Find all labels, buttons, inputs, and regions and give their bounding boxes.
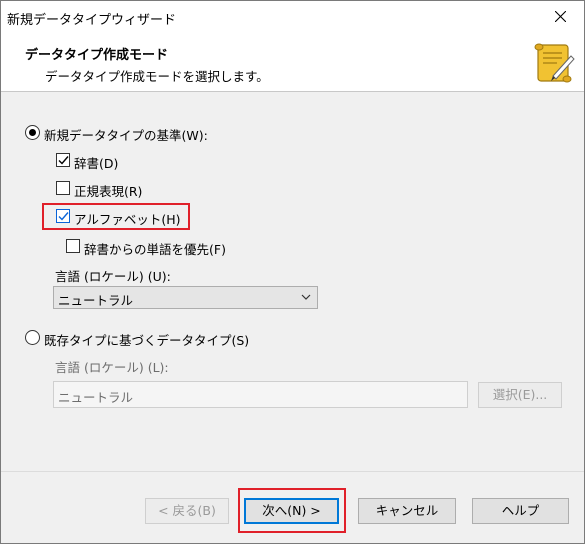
close-button[interactable] [538, 1, 584, 32]
existing-locale-label: 言語 (ロケール) (L): [55, 360, 169, 375]
new-type-radio[interactable] [25, 125, 40, 140]
close-icon [555, 11, 566, 22]
new-type-label[interactable]: 新規データタイプの基準(W): [44, 125, 208, 144]
footer-separator [1, 471, 584, 472]
wizard-dialog: 新規データタイプウィザード データタイプ作成モード データタイプ作成モードを選択… [0, 0, 585, 544]
title-bar: 新規データタイプウィザード [1, 1, 584, 32]
existing-locale-value: ニュートラル [58, 390, 134, 405]
header-subtitle: データタイプ作成モードを選択します。 [45, 69, 269, 84]
existing-locale-field[interactable]: ニュートラル [53, 381, 468, 408]
existing-type-radio[interactable] [25, 330, 40, 345]
prefer-dictionary-checkbox[interactable] [66, 239, 80, 253]
dictionary-label[interactable]: 辞書(D) [74, 153, 118, 172]
select-button[interactable]: 選択(E)... [478, 382, 562, 408]
check-icon [58, 156, 69, 165]
dictionary-checkbox[interactable] [56, 153, 70, 167]
window-title: 新規データタイプウィザード [7, 13, 177, 28]
locale-value: ニュートラル [58, 293, 134, 308]
existing-type-label[interactable]: 既存タイプに基づくデータタイプ(S) [44, 330, 249, 349]
chevron-down-icon [301, 294, 311, 300]
alphabet-label[interactable]: アルファベット(H) [74, 209, 181, 228]
header-title: データタイプ作成モード [25, 48, 169, 63]
cancel-button[interactable]: キャンセル [358, 498, 456, 524]
check-icon [58, 212, 69, 221]
wizard-header: データタイプ作成モード データタイプ作成モードを選択します。 [1, 32, 584, 92]
locale-dropdown[interactable]: ニュートラル [53, 286, 318, 309]
help-button[interactable]: ヘルプ [472, 498, 569, 524]
scroll-quill-icon [534, 43, 575, 83]
regex-checkbox[interactable] [56, 181, 70, 195]
regex-label[interactable]: 正規表現(R) [74, 181, 142, 200]
back-button[interactable]: < 戻る(B) [145, 498, 229, 524]
alphabet-checkbox[interactable] [56, 209, 70, 223]
prefer-dictionary-label[interactable]: 辞書からの単語を優先(F) [84, 239, 226, 258]
locale-label: 言語 (ロケール) (U): [55, 269, 171, 284]
next-button[interactable]: 次へ(N) > [244, 498, 339, 524]
